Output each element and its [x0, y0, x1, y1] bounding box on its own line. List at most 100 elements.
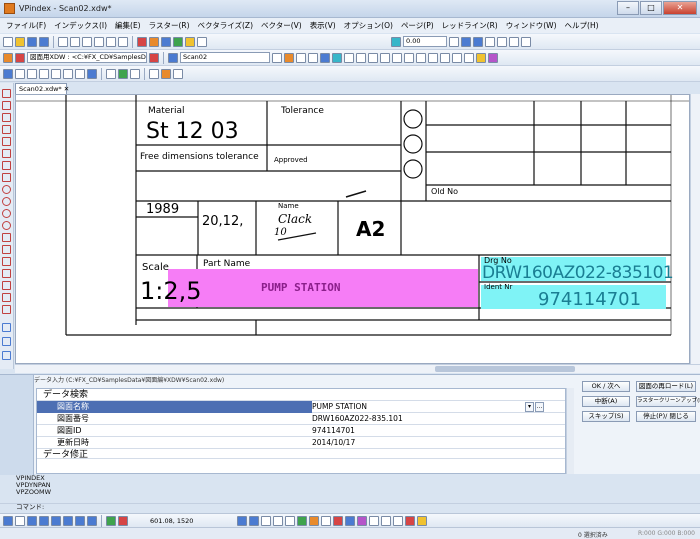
zoom-in-icon[interactable] [461, 36, 471, 47]
row-value[interactable]: 2014/10/17 [312, 437, 355, 449]
snap-toggle-icon[interactable] [3, 515, 13, 526]
circle-o-icon[interactable] [381, 515, 392, 526]
ok-next-button[interactable]: OK / 次へ [582, 381, 630, 392]
zoom-out-icon[interactable] [473, 36, 483, 47]
arc-tool-icon[interactable] [2, 149, 11, 158]
snap-icon[interactable] [130, 68, 140, 79]
section-header-2[interactable]: データ修正 [37, 449, 565, 459]
layer-list-icon[interactable] [261, 515, 272, 526]
layer-icon[interactable] [149, 36, 159, 47]
layer-c-icon[interactable] [332, 52, 342, 63]
row-value[interactable]: PUMP STATION [312, 401, 367, 413]
file-combo[interactable]: Scan02 [180, 52, 270, 63]
mirror-icon[interactable] [404, 52, 414, 63]
text-icon[interactable] [149, 68, 159, 79]
trim-icon[interactable] [87, 68, 97, 79]
osnap-icon[interactable] [51, 515, 61, 526]
menu-redline[interactable]: レッドライン(R) [442, 20, 498, 31]
menu-vector[interactable]: ベクター(V) [261, 20, 302, 31]
pan-icon[interactable] [497, 36, 507, 47]
arrow-tool-icon[interactable] [2, 113, 11, 122]
section-header[interactable]: データ検索 [37, 389, 565, 401]
point-tool-icon[interactable] [2, 245, 11, 254]
underline-icon[interactable] [405, 515, 416, 526]
menu-view[interactable]: 表示(V) [310, 20, 336, 31]
v-toggle-icon[interactable] [249, 515, 260, 526]
copy-icon[interactable] [82, 36, 92, 47]
track-icon[interactable] [118, 515, 128, 526]
stop-button[interactable]: 中断(A) [582, 396, 630, 407]
select-arrow-icon[interactable] [3, 68, 13, 79]
line-icon[interactable] [197, 36, 207, 47]
despeckle-icon[interactable] [380, 52, 390, 63]
save-icon[interactable] [27, 36, 37, 47]
menu-window[interactable]: ウィンドウ(W) [506, 20, 557, 31]
zoom-field[interactable]: 0.00 [403, 36, 447, 47]
hatch-tool-icon[interactable] [2, 281, 11, 290]
maximize-button[interactable]: □ [640, 1, 662, 15]
circle-tool-icon[interactable] [2, 185, 11, 194]
text-tool-icon[interactable] [2, 257, 11, 266]
invert-icon[interactable] [392, 52, 402, 63]
browse-icon[interactable] [149, 52, 159, 63]
grid-icon[interactable] [356, 52, 366, 63]
mirror-obj-icon[interactable] [63, 68, 73, 79]
dropdown-button[interactable]: ▾ [525, 402, 534, 412]
p-icon[interactable] [393, 515, 404, 526]
polygon-tool-icon[interactable] [2, 137, 11, 146]
crop-icon[interactable] [344, 52, 354, 63]
undo-icon[interactable] [106, 36, 116, 47]
spline-tool-icon[interactable] [2, 233, 11, 242]
menu-help[interactable]: ヘルプ(H) [565, 20, 599, 31]
zoom-prev-icon[interactable] [509, 36, 519, 47]
scale-obj-icon[interactable] [51, 68, 61, 79]
grid-scrollbar[interactable] [566, 388, 574, 474]
magic-icon[interactable] [488, 52, 498, 63]
model-icon[interactable] [87, 515, 97, 526]
grid-hash-icon[interactable] [369, 515, 380, 526]
polar-icon[interactable] [39, 515, 49, 526]
grid-row-name[interactable]: 図面名称 PUMP STATION [37, 401, 565, 413]
hatch-icon[interactable] [173, 68, 183, 79]
menu-edit[interactable]: 編集(E) [115, 20, 141, 31]
menu-page[interactable]: ページ(P) [401, 20, 434, 31]
browse-button[interactable]: … [535, 402, 544, 412]
reload-drawing-button[interactable]: 図面の再ロード(L) [636, 381, 696, 392]
rotate-icon[interactable] [308, 52, 318, 63]
menu-vectorize[interactable]: ベクタライズ(Z) [198, 20, 253, 31]
vertical-scrollbar[interactable] [690, 94, 700, 364]
circle2-tool-icon[interactable] [2, 197, 11, 206]
select-icon[interactable] [464, 52, 474, 63]
drawing-icon[interactable] [15, 52, 25, 63]
ruler-icon[interactable] [321, 515, 332, 526]
grid-row-date[interactable]: 更新日時 2014/10/17 [37, 437, 565, 449]
zoom-all-icon[interactable] [449, 36, 459, 47]
split-icon[interactable] [440, 52, 450, 63]
color-pick-icon[interactable] [273, 515, 284, 526]
ellipse-tool-icon[interactable] [2, 209, 11, 218]
triangle-icon[interactable] [417, 515, 428, 526]
redline-tool-icon[interactable] [2, 323, 11, 332]
grid-row-id[interactable]: 図面ID 974114701 [37, 425, 565, 437]
scrollbar-thumb[interactable] [435, 366, 575, 372]
frame-icon[interactable] [106, 68, 116, 79]
menu-raster[interactable]: ラスター(R) [149, 20, 190, 31]
menu-file[interactable]: ファイル(F) [6, 20, 46, 31]
move-icon[interactable] [15, 68, 25, 79]
arc3-tool-icon[interactable] [2, 173, 11, 182]
grid-row-number[interactable]: 図面番号 DRW160AZ022-835.101 [37, 413, 565, 425]
path-field[interactable]: 図面用XDW : <C:¥FX_CD¥SamplesD [27, 52, 147, 63]
minimize-button[interactable]: – [617, 1, 639, 15]
dimension-tool-icon[interactable] [2, 293, 11, 302]
cross-icon[interactable] [285, 515, 296, 526]
skip-button[interactable]: スキップ(S) [582, 411, 630, 422]
menu-options[interactable]: オプション(O) [344, 20, 393, 31]
menu-index[interactable]: インデックス(I) [54, 20, 107, 31]
print-icon[interactable] [58, 36, 68, 47]
lwt-icon[interactable] [75, 515, 85, 526]
measure-icon[interactable] [161, 68, 171, 79]
rectangle-tool-icon[interactable] [2, 125, 11, 134]
offset-icon[interactable] [75, 68, 85, 79]
overlay-icon[interactable] [345, 515, 356, 526]
green-tool-icon[interactable] [173, 36, 183, 47]
